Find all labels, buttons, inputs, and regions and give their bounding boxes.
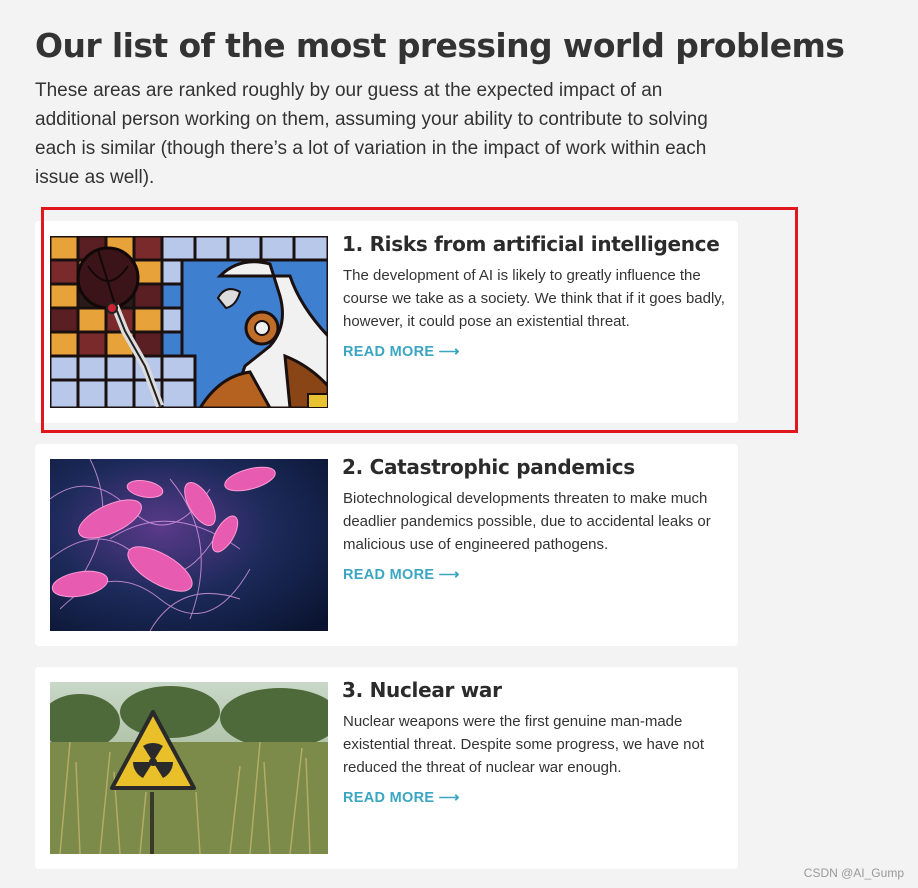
problem-description: The development of AI is likely to great… (343, 267, 725, 330)
radiation-sign-image[interactable] (50, 682, 328, 854)
problem-card-nuclear[interactable]: 3. Nuclear war Nuclear weapons were the … (35, 667, 738, 869)
problem-title[interactable]: 1. Risks from artificial intelligence (342, 232, 720, 256)
problem-title[interactable]: 2. Catastrophic pandemics (342, 455, 635, 479)
read-more-link[interactable]: READ MORE ⟶ (343, 344, 460, 360)
watermark: CSDN @AI_Gump (803, 866, 904, 880)
problem-card-ai[interactable]: 1. Risks from artificial intelligence Th… (35, 221, 738, 423)
page-heading: Our list of the most pressing world prob… (35, 26, 845, 65)
problem-card-pandemics[interactable]: 2. Catastrophic pandemics Biotechnologic… (35, 444, 738, 646)
bacteria-image[interactable] (50, 459, 328, 631)
read-more-link[interactable]: READ MORE ⟶ (343, 790, 460, 806)
read-more-link[interactable]: READ MORE ⟶ (343, 567, 460, 583)
problem-description: Nuclear weapons were the first genuine m… (343, 713, 705, 776)
ai-illustration-image[interactable] (50, 236, 328, 408)
problem-description: Biotechnological developments threaten t… (343, 490, 711, 553)
intro-paragraph: These areas are ranked roughly by our gu… (35, 80, 708, 188)
problem-title[interactable]: 3. Nuclear war (342, 678, 502, 702)
